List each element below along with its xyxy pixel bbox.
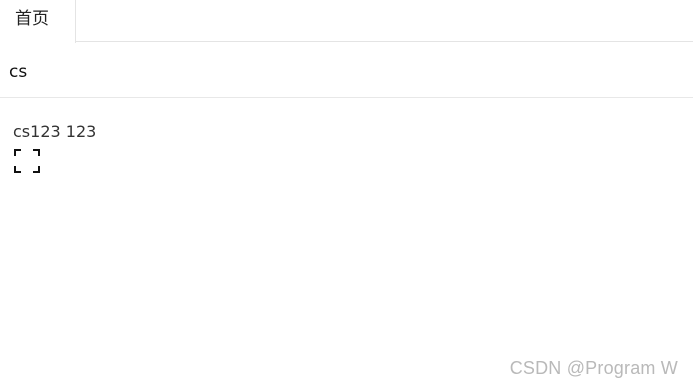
content-text: cs123 123 — [13, 122, 97, 141]
tab-bar: 首页 — [0, 0, 693, 43]
page-title: cs — [9, 62, 28, 82]
tab-home-label: 首页 — [15, 9, 49, 29]
tab-home[interactable]: 首页 — [0, 0, 76, 43]
watermark: CSDN @Program W — [509, 358, 678, 378]
page-header: cs — [0, 42, 693, 98]
fullscreen-icon[interactable] — [14, 149, 40, 173]
page: 首页 cs cs123 123 CSDN @Program W — [0, 0, 693, 388]
